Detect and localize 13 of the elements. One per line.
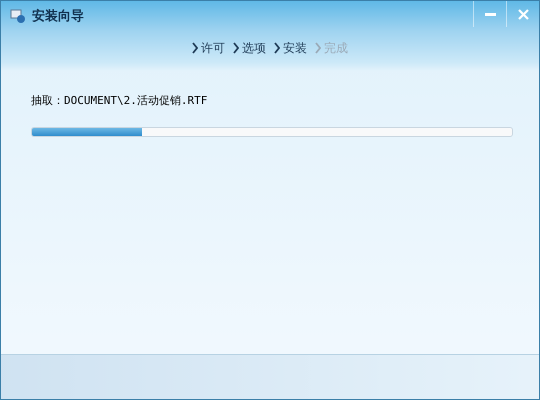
wizard-step: 完成 bbox=[324, 40, 348, 56]
wizard-step: 许可 bbox=[201, 40, 225, 56]
status-text: 抽取：DOCUMENT\2.活动促销.RTF bbox=[31, 93, 208, 108]
minimize-icon bbox=[484, 12, 496, 16]
chevron-icon bbox=[274, 42, 280, 54]
chevron-icon bbox=[315, 42, 321, 54]
installer-icon bbox=[10, 8, 26, 24]
wizard-step: 选项 bbox=[242, 40, 266, 56]
chevron-icon bbox=[233, 42, 239, 54]
window-title: 安装向导 bbox=[32, 8, 84, 25]
close-icon bbox=[518, 8, 528, 20]
chevron-icon bbox=[192, 42, 198, 54]
wizard-step: 安装 bbox=[283, 40, 307, 56]
